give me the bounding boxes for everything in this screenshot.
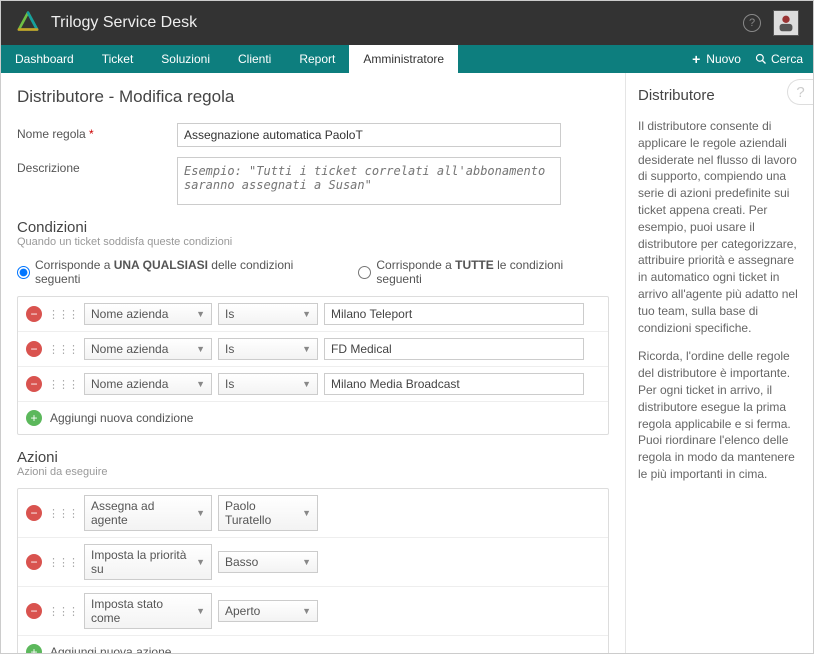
conditions-heading: Condizioni (17, 219, 609, 236)
condition-op-select[interactable]: Is▼ (218, 338, 318, 360)
add-icon: + (26, 644, 42, 653)
nav-ticket[interactable]: Ticket (88, 45, 148, 73)
drag-handle-icon[interactable]: ⋮⋮⋮ (48, 605, 78, 618)
topbar: Trilogy Service Desk ? (1, 1, 813, 45)
action-value-select[interactable]: Paolo Turatello▼ (218, 495, 318, 531)
chevron-down-icon: ▼ (302, 309, 311, 319)
nav-amministratore[interactable]: Amministratore (349, 45, 458, 73)
action-row: − ⋮⋮⋮ Imposta stato come▼ Aperto▼ (18, 587, 608, 636)
search-icon (755, 53, 767, 65)
add-action-row[interactable]: + Aggiungi nuova azione (18, 636, 608, 653)
drag-handle-icon[interactable]: ⋮⋮⋮ (48, 507, 78, 520)
chevron-down-icon: ▼ (302, 508, 311, 518)
new-button[interactable]: +Nuovo (692, 51, 741, 67)
nav-soluzioni[interactable]: Soluzioni (147, 45, 224, 73)
sidebar-heading: Distributore (638, 87, 801, 104)
app-title: Trilogy Service Desk (51, 14, 197, 32)
condition-field-select[interactable]: Nome azienda▼ (84, 338, 212, 360)
condition-value-input[interactable] (324, 338, 584, 360)
condition-value-input[interactable] (324, 373, 584, 395)
chevron-down-icon: ▼ (196, 344, 205, 354)
avatar[interactable] (773, 10, 799, 36)
navbar: Dashboard Ticket Soluzioni Clienti Repor… (1, 45, 813, 73)
rule-name-input[interactable] (177, 123, 561, 147)
action-value-select[interactable]: Basso▼ (218, 551, 318, 573)
chevron-down-icon: ▼ (302, 344, 311, 354)
add-icon: + (26, 410, 42, 426)
action-row: − ⋮⋮⋮ Assegna ad agente▼ Paolo Turatello… (18, 489, 608, 538)
action-value-select[interactable]: Aperto▼ (218, 600, 318, 622)
description-input[interactable] (177, 157, 561, 205)
action-field-select[interactable]: Assegna ad agente▼ (84, 495, 212, 531)
nav-clienti[interactable]: Clienti (224, 45, 285, 73)
chevron-down-icon: ▼ (196, 508, 205, 518)
logo-icon (15, 10, 41, 36)
drag-handle-icon[interactable]: ⋮⋮⋮ (48, 556, 78, 569)
action-row: − ⋮⋮⋮ Imposta la priorità su▼ Basso▼ (18, 538, 608, 587)
action-field-select[interactable]: Imposta la priorità su▼ (84, 544, 212, 580)
remove-condition-button[interactable]: − (26, 306, 42, 322)
condition-value-input[interactable] (324, 303, 584, 325)
actions-heading: Azioni (17, 449, 609, 466)
chevron-down-icon: ▼ (196, 379, 205, 389)
description-label: Descrizione (17, 157, 177, 175)
nav-report[interactable]: Report (285, 45, 349, 73)
chevron-down-icon: ▼ (302, 379, 311, 389)
condition-field-select[interactable]: Nome azienda▼ (84, 373, 212, 395)
radio-any[interactable]: Corrisponde a UNA QUALSIASI delle condiz… (17, 258, 338, 286)
drag-handle-icon[interactable]: ⋮⋮⋮ (48, 308, 78, 321)
drag-handle-icon[interactable]: ⋮⋮⋮ (48, 378, 78, 391)
radio-all[interactable]: Corrisponde a TUTTE le condizioni seguen… (358, 258, 609, 286)
chevron-down-icon: ▼ (196, 557, 205, 567)
add-condition-label: Aggiungi nuova condizione (50, 411, 193, 425)
sidebar-paragraph: Il distributore consente di applicare le… (638, 118, 801, 336)
sidebar-paragraph: Ricorda, l'ordine delle regole del distr… (638, 348, 801, 482)
main-content: Distributore - Modifica regola Nome rego… (1, 73, 625, 653)
add-action-label: Aggiungi nuova azione (50, 645, 171, 653)
sidebar: ? Distributore Il distributore consente … (625, 73, 813, 653)
condition-row: − ⋮⋮⋮ Nome azienda▼ Is▼ (18, 367, 608, 402)
chevron-down-icon: ▼ (302, 557, 311, 567)
search-button[interactable]: Cerca (755, 52, 803, 66)
help-icon[interactable]: ? (743, 14, 761, 32)
nav-dashboard[interactable]: Dashboard (1, 45, 88, 73)
actions-sub: Azioni da eseguire (17, 466, 609, 478)
chevron-down-icon: ▼ (196, 309, 205, 319)
remove-condition-button[interactable]: − (26, 341, 42, 357)
chevron-down-icon: ▼ (196, 606, 205, 616)
condition-op-select[interactable]: Is▼ (218, 303, 318, 325)
condition-field-select[interactable]: Nome azienda▼ (84, 303, 212, 325)
remove-action-button[interactable]: − (26, 603, 42, 619)
page-title: Distributore - Modifica regola (17, 87, 609, 107)
plus-icon: + (692, 51, 700, 67)
help-tab-icon[interactable]: ? (787, 79, 813, 105)
add-condition-row[interactable]: + Aggiungi nuova condizione (18, 402, 608, 434)
condition-op-select[interactable]: Is▼ (218, 373, 318, 395)
actions-box: − ⋮⋮⋮ Assegna ad agente▼ Paolo Turatello… (17, 488, 609, 653)
chevron-down-icon: ▼ (302, 606, 311, 616)
remove-action-button[interactable]: − (26, 554, 42, 570)
conditions-sub: Quando un ticket soddisfa queste condizi… (17, 236, 609, 248)
condition-row: − ⋮⋮⋮ Nome azienda▼ Is▼ (18, 332, 608, 367)
conditions-box: − ⋮⋮⋮ Nome azienda▼ Is▼ − ⋮⋮⋮ Nome azien… (17, 296, 609, 435)
remove-action-button[interactable]: − (26, 505, 42, 521)
action-field-select[interactable]: Imposta stato come▼ (84, 593, 212, 629)
condition-row: − ⋮⋮⋮ Nome azienda▼ Is▼ (18, 297, 608, 332)
remove-condition-button[interactable]: − (26, 376, 42, 392)
drag-handle-icon[interactable]: ⋮⋮⋮ (48, 343, 78, 356)
name-label: Nome regola * (17, 123, 177, 141)
